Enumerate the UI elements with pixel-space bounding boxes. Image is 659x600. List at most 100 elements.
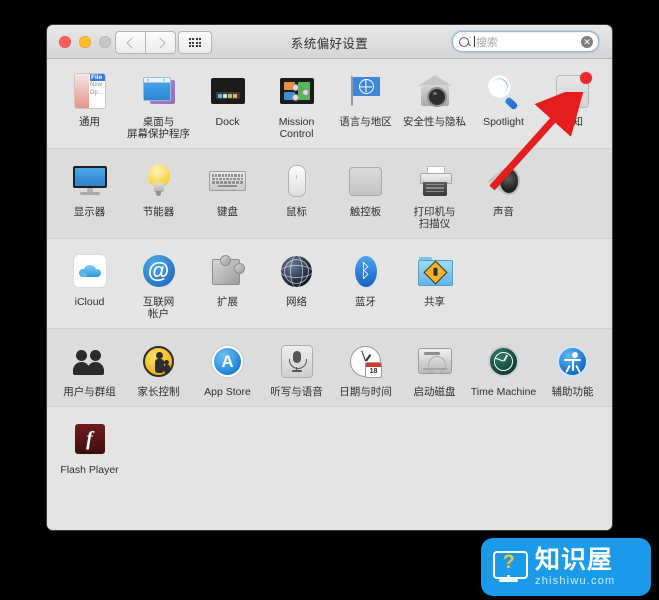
pref-item-label: 打印机与 扫描仪: [400, 206, 469, 230]
pref-item-app-store[interactable]: A App Store: [193, 339, 262, 398]
pref-item-date-time[interactable]: 18 日期与时间: [331, 339, 400, 398]
pref-item-displays[interactable]: 显示器: [55, 159, 124, 230]
pref-item-label: 互联网 帐户: [124, 296, 193, 320]
internet-accounts-icon: @: [139, 251, 179, 291]
pref-item-internet-accounts[interactable]: @ 互联网 帐户: [124, 249, 193, 320]
pref-item-accessibility[interactable]: 辅助功能: [538, 339, 607, 398]
pref-item-network[interactable]: 网络: [262, 249, 331, 320]
mission-control-icon: [277, 71, 317, 111]
label-line-1: Mission: [278, 116, 315, 128]
parental-controls-icon: [139, 341, 179, 381]
pref-item-icloud[interactable]: iCloud: [55, 249, 124, 320]
system-preferences-window: 系统偏好设置 搜索 ✕ File New Op… 通用 桌面与 屏幕保护程序 D…: [47, 25, 612, 530]
pref-item-label: 启动磁盘: [413, 386, 456, 398]
icloud-icon: [70, 251, 110, 291]
label-line-2: 帐户: [148, 308, 169, 320]
sharing-icon: [415, 251, 455, 291]
pref-item-label: 鼠标: [286, 206, 307, 218]
pref-item-keyboard[interactable]: 键盘: [193, 159, 262, 230]
label-line-1: 互联网: [142, 296, 175, 308]
pref-item-energy-saver[interactable]: 节能器: [124, 159, 193, 230]
pref-item-label: 通知: [562, 116, 583, 128]
pref-item-language-region[interactable]: 语言与地区: [331, 69, 400, 140]
search-input[interactable]: 搜索 ✕: [452, 31, 599, 52]
pref-group-hardware: 显示器 节能器 键盘 鼠标 触控板 打印机与 扫描仪 声音: [47, 148, 612, 238]
pref-item-general[interactable]: File New Op… 通用: [55, 69, 124, 140]
pref-item-label: 网络: [286, 296, 307, 308]
pref-item-label: 语言与地区: [339, 116, 392, 128]
pref-item-flash-player[interactable]: f Flash Player: [55, 417, 124, 476]
pref-item-label: 蓝牙: [355, 296, 376, 308]
bluetooth-icon: ᛒ: [346, 251, 386, 291]
pref-item-sharing[interactable]: 共享: [400, 249, 469, 320]
pref-item-label: 共享: [424, 296, 445, 308]
label-line-2: 扫描仪: [418, 218, 451, 230]
accessibility-icon: [553, 341, 593, 381]
security-privacy-icon: [415, 71, 455, 111]
pref-group-system: 用户与群组 家长控制 A App Store 听写与语音 18 日期与时间 启动…: [47, 328, 612, 406]
pref-item-startup-disk[interactable]: 启动磁盘: [400, 339, 469, 398]
pref-item-bluetooth[interactable]: ᛒ 蓝牙: [331, 249, 400, 320]
trackpad-icon: [346, 161, 386, 201]
pref-item-trackpad[interactable]: 触控板: [331, 159, 400, 230]
app-store-icon: A: [208, 341, 248, 381]
startup-disk-icon: [415, 341, 455, 381]
monitor-question-icon: ?: [491, 549, 528, 585]
pref-item-label: Mission Control: [262, 116, 331, 140]
clear-search-icon[interactable]: ✕: [581, 35, 593, 48]
pref-item-label: 通用: [79, 116, 100, 128]
general-icon: File New Op…: [70, 71, 110, 111]
pref-item-users-groups[interactable]: 用户与群组: [55, 339, 124, 398]
pref-item-security-privacy[interactable]: 安全性与隐私: [400, 69, 469, 140]
preferences-content: File New Op… 通用 桌面与 屏幕保护程序 Dock Mission …: [47, 59, 612, 530]
pref-item-spotlight[interactable]: Spotlight: [469, 69, 538, 140]
search-icon: [459, 36, 469, 47]
pref-item-desktop-screensaver[interactable]: 桌面与 屏幕保护程序: [124, 69, 193, 140]
pref-item-notifications[interactable]: 通知: [538, 69, 607, 140]
pref-group-internet-wireless: iCloud @ 互联网 帐户 扩展 网络 ᛒ 蓝牙 共享: [47, 238, 612, 328]
pref-item-label: 辅助功能: [551, 386, 594, 398]
pref-item-label: 键盘: [217, 206, 238, 218]
pref-item-printers-scanners[interactable]: 打印机与 扫描仪: [400, 159, 469, 230]
pref-item-mouse[interactable]: 鼠标: [262, 159, 331, 230]
pref-item-dictation-speech[interactable]: 听写与语音: [262, 339, 331, 398]
window-titlebar: 系统偏好设置 搜索 ✕: [47, 25, 612, 59]
pref-item-label: 桌面与 屏幕保护程序: [124, 116, 193, 140]
sound-icon: [484, 161, 524, 201]
flash-player-icon: f: [70, 419, 110, 459]
pref-item-label: 声音: [493, 206, 514, 218]
label-line-1: 打印机与: [413, 206, 456, 218]
notifications-icon: [553, 71, 593, 111]
dictation-speech-icon: [277, 341, 317, 381]
pref-item-sound[interactable]: 声音: [469, 159, 538, 230]
pref-item-dock[interactable]: Dock: [193, 69, 262, 140]
energy-saver-icon: [139, 161, 179, 201]
pref-group-personal: File New Op… 通用 桌面与 屏幕保护程序 Dock Mission …: [47, 59, 612, 148]
mouse-icon: [277, 161, 317, 201]
pref-item-label: 日期与时间: [339, 386, 392, 398]
network-icon: [277, 251, 317, 291]
pref-item-label: Spotlight: [483, 116, 524, 128]
pref-item-label: Dock: [215, 116, 240, 128]
keyboard-icon: [208, 161, 248, 201]
label-line-1: 桌面与: [142, 116, 175, 128]
label-line-2: 屏幕保护程序: [127, 128, 190, 140]
printers-scanners-icon: [415, 161, 455, 201]
watermark-brand-cn: 知识屋: [535, 545, 614, 574]
pref-item-mission-control[interactable]: Mission Control: [262, 69, 331, 140]
dock-icon: [208, 71, 248, 111]
time-machine-icon: [484, 341, 524, 381]
displays-icon: [70, 161, 110, 201]
pref-item-label: App Store: [204, 386, 251, 398]
users-groups-icon: [70, 341, 110, 381]
pref-item-extensions[interactable]: 扩展: [193, 249, 262, 320]
extensions-icon: [208, 251, 248, 291]
watermark-brand-en: zhishiwu.com: [535, 574, 616, 587]
pref-item-parental-controls[interactable]: 家长控制: [124, 339, 193, 398]
pref-item-label: Flash Player: [60, 464, 119, 476]
screenshot-stage: 系统偏好设置 搜索 ✕ File New Op… 通用 桌面与 屏幕保护程序 D…: [0, 0, 659, 600]
calendar-day: 18: [369, 367, 378, 375]
pref-group-third-party: f Flash Player: [47, 406, 612, 484]
date-time-icon: 18: [346, 341, 386, 381]
pref-item-time-machine[interactable]: Time Machine: [469, 339, 538, 398]
